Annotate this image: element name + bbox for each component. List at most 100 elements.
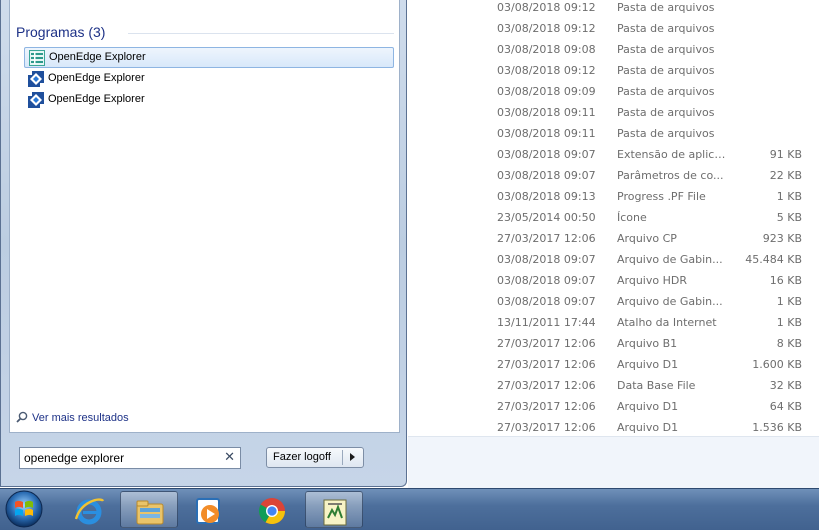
file-row[interactable]: 27/03/2017 12:06 Arquivo D1 64 KB [408, 399, 819, 420]
file-date: 23/05/2014 00:50 [497, 211, 596, 224]
program-result-3[interactable]: OpenEdge Explorer [24, 90, 394, 111]
file-type: Arquivo D1 [617, 400, 679, 413]
file-row[interactable]: 03/08/2018 09:07 Arquivo HDR 16 KB [408, 273, 819, 294]
program-result-label: OpenEdge Explorer [48, 72, 145, 84]
file-type: Arquivo de Gabin... [617, 295, 723, 308]
taskbar-windows-explorer[interactable] [120, 491, 178, 528]
file-date: 03/08/2018 09:07 [497, 148, 596, 161]
file-type: Pasta de arquivos [617, 127, 715, 140]
windows-explorer-icon [136, 500, 164, 525]
file-row[interactable]: 03/08/2018 09:12 Pasta de arquivos [408, 21, 819, 42]
file-type: Arquivo D1 [617, 358, 679, 371]
file-size: 1.536 KB [752, 421, 802, 434]
file-type: Arquivo de Gabin... [617, 253, 723, 266]
file-row[interactable]: 03/08/2018 09:07 Arquivo de Gabin... 45.48… [408, 252, 819, 273]
media-player-icon [196, 498, 220, 524]
file-type: Atalho da Internet [617, 316, 717, 329]
program-result-2[interactable]: OpenEdge Explorer [24, 69, 394, 90]
program-result-label: OpenEdge Explorer [48, 93, 145, 105]
search-icon [16, 411, 28, 423]
programs-divider [128, 33, 394, 34]
file-date: 03/08/2018 09:12 [497, 1, 596, 14]
file-size: 8 KB [776, 337, 802, 350]
start-search-input[interactable] [24, 450, 220, 466]
file-type: Pasta de arquivos [617, 106, 715, 119]
file-date: 27/03/2017 12:06 [497, 379, 596, 392]
file-type: Parâmetros de co... [617, 169, 724, 182]
start-menu-results-pane: Programas (3) OpenEdge Explorer OpenEdge… [9, 0, 400, 433]
file-size: 1.600 KB [752, 358, 802, 371]
taskbar-editor[interactable] [305, 491, 363, 528]
file-row[interactable]: 03/08/2018 09:11 Pasta de arquivos [408, 126, 819, 147]
logoff-label: Fazer logoff [273, 451, 331, 463]
file-row[interactable]: 03/08/2018 09:12 Pasta de arquivos [408, 63, 819, 84]
file-type: Pasta de arquivos [617, 22, 715, 35]
file-date: 27/03/2017 12:06 [497, 358, 596, 371]
taskbar-chrome[interactable] [243, 491, 301, 528]
file-date: 03/08/2018 09:07 [497, 295, 596, 308]
file-row[interactable]: 03/08/2018 09:13 Progress .PF File 1 KB [408, 189, 819, 210]
file-row[interactable]: 27/03/2017 12:06 Arquivo CP 923 KB [408, 231, 819, 252]
file-size: 64 KB [769, 400, 802, 413]
file-row[interactable]: 03/08/2018 09:07 Arquivo de Gabin... 1 KB [408, 294, 819, 315]
taskbar-internet-explorer[interactable] [60, 491, 118, 528]
logoff-divider [342, 450, 343, 465]
notepad-editor-icon [323, 499, 347, 526]
file-row[interactable]: 03/08/2018 09:08 Pasta de arquivos [408, 42, 819, 63]
chrome-icon [258, 498, 286, 525]
file-type: Data Base File [617, 379, 696, 392]
file-date: 03/08/2018 09:12 [497, 64, 596, 77]
program-result-1[interactable]: OpenEdge Explorer [24, 47, 394, 68]
start-search-box[interactable]: ✕ [19, 447, 241, 469]
file-type: Arquivo B1 [617, 337, 678, 350]
file-row[interactable]: 03/08/2018 09:12 Pasta de arquivos [408, 0, 819, 21]
file-type: Extensão de aplica... [617, 148, 727, 161]
file-date: 03/08/2018 09:09 [497, 85, 596, 98]
file-size: 16 KB [769, 274, 802, 287]
file-size: 91 KB [769, 148, 802, 161]
file-row[interactable]: 27/03/2017 12:06 Data Base File 32 KB [408, 378, 819, 399]
logoff-button[interactable]: Fazer logoff [266, 447, 364, 468]
file-size: 32 KB [769, 379, 802, 392]
file-type: Pasta de arquivos [617, 85, 715, 98]
openedge-explorer-icon [29, 50, 45, 66]
file-type: Pasta de arquivos [617, 64, 715, 77]
file-list: 03/08/2018 09:12 Pasta de arquivos 03/08/2… [408, 0, 819, 436]
file-type: Progress .PF File [617, 190, 706, 203]
file-date: 27/03/2017 12:06 [497, 232, 596, 245]
file-date: 03/08/2018 09:11 [497, 106, 596, 119]
file-type: Arquivo CP [617, 232, 677, 245]
shutdown-options-arrow-icon[interactable] [350, 453, 355, 461]
file-row[interactable]: 27/03/2017 12:06 Arquivo D1 1.600 KB [408, 357, 819, 378]
file-row[interactable]: 23/05/2014 00:50 Ícone 5 KB [408, 210, 819, 231]
openedge-blue-icon [28, 92, 44, 108]
start-button[interactable] [4, 489, 44, 529]
start-menu: Programas (3) OpenEdge Explorer OpenEdge… [0, 0, 407, 487]
file-row[interactable]: 03/08/2018 09:09 Pasta de arquivos [408, 84, 819, 105]
file-row[interactable]: 03/08/2018 09:07 Parâmetros de co... 22 KB [408, 168, 819, 189]
clear-search-icon[interactable]: ✕ [224, 450, 235, 465]
file-date: 03/08/2018 09:07 [497, 169, 596, 182]
taskbar [0, 488, 819, 530]
file-date: 03/08/2018 09:13 [497, 190, 596, 203]
file-date: 03/08/2018 09:12 [497, 22, 596, 35]
file-date: 03/08/2018 09:07 [497, 274, 596, 287]
file-row[interactable]: 03/08/2018 09:07 Extensão de aplica... 91 … [408, 147, 819, 168]
file-size: 1 KB [776, 190, 802, 203]
file-date: 27/03/2017 12:06 [497, 400, 596, 413]
file-size: 45.484 KB [745, 253, 802, 266]
file-type: Pasta de arquivos [617, 1, 715, 14]
file-size: 1 KB [776, 295, 802, 308]
file-row[interactable]: 03/08/2018 09:11 Pasta de arquivos [408, 105, 819, 126]
taskbar-media-player[interactable] [180, 491, 238, 528]
file-row[interactable]: 27/03/2017 12:06 Arquivo B1 8 KB [408, 336, 819, 357]
file-row[interactable]: 13/11/2011 17:44 Atalho da Internet 1 KB [408, 315, 819, 336]
file-size: 22 KB [769, 169, 802, 182]
file-date: 27/03/2017 12:06 [497, 337, 596, 350]
file-size: 923 KB [762, 232, 802, 245]
file-size: 1 KB [776, 316, 802, 329]
see-more-results-link[interactable]: Ver mais resultados [16, 411, 129, 424]
programs-header: Programas (3) [16, 24, 106, 40]
file-date: 03/08/2018 09:07 [497, 253, 596, 266]
file-date: 27/03/2017 12:06 [497, 421, 596, 434]
